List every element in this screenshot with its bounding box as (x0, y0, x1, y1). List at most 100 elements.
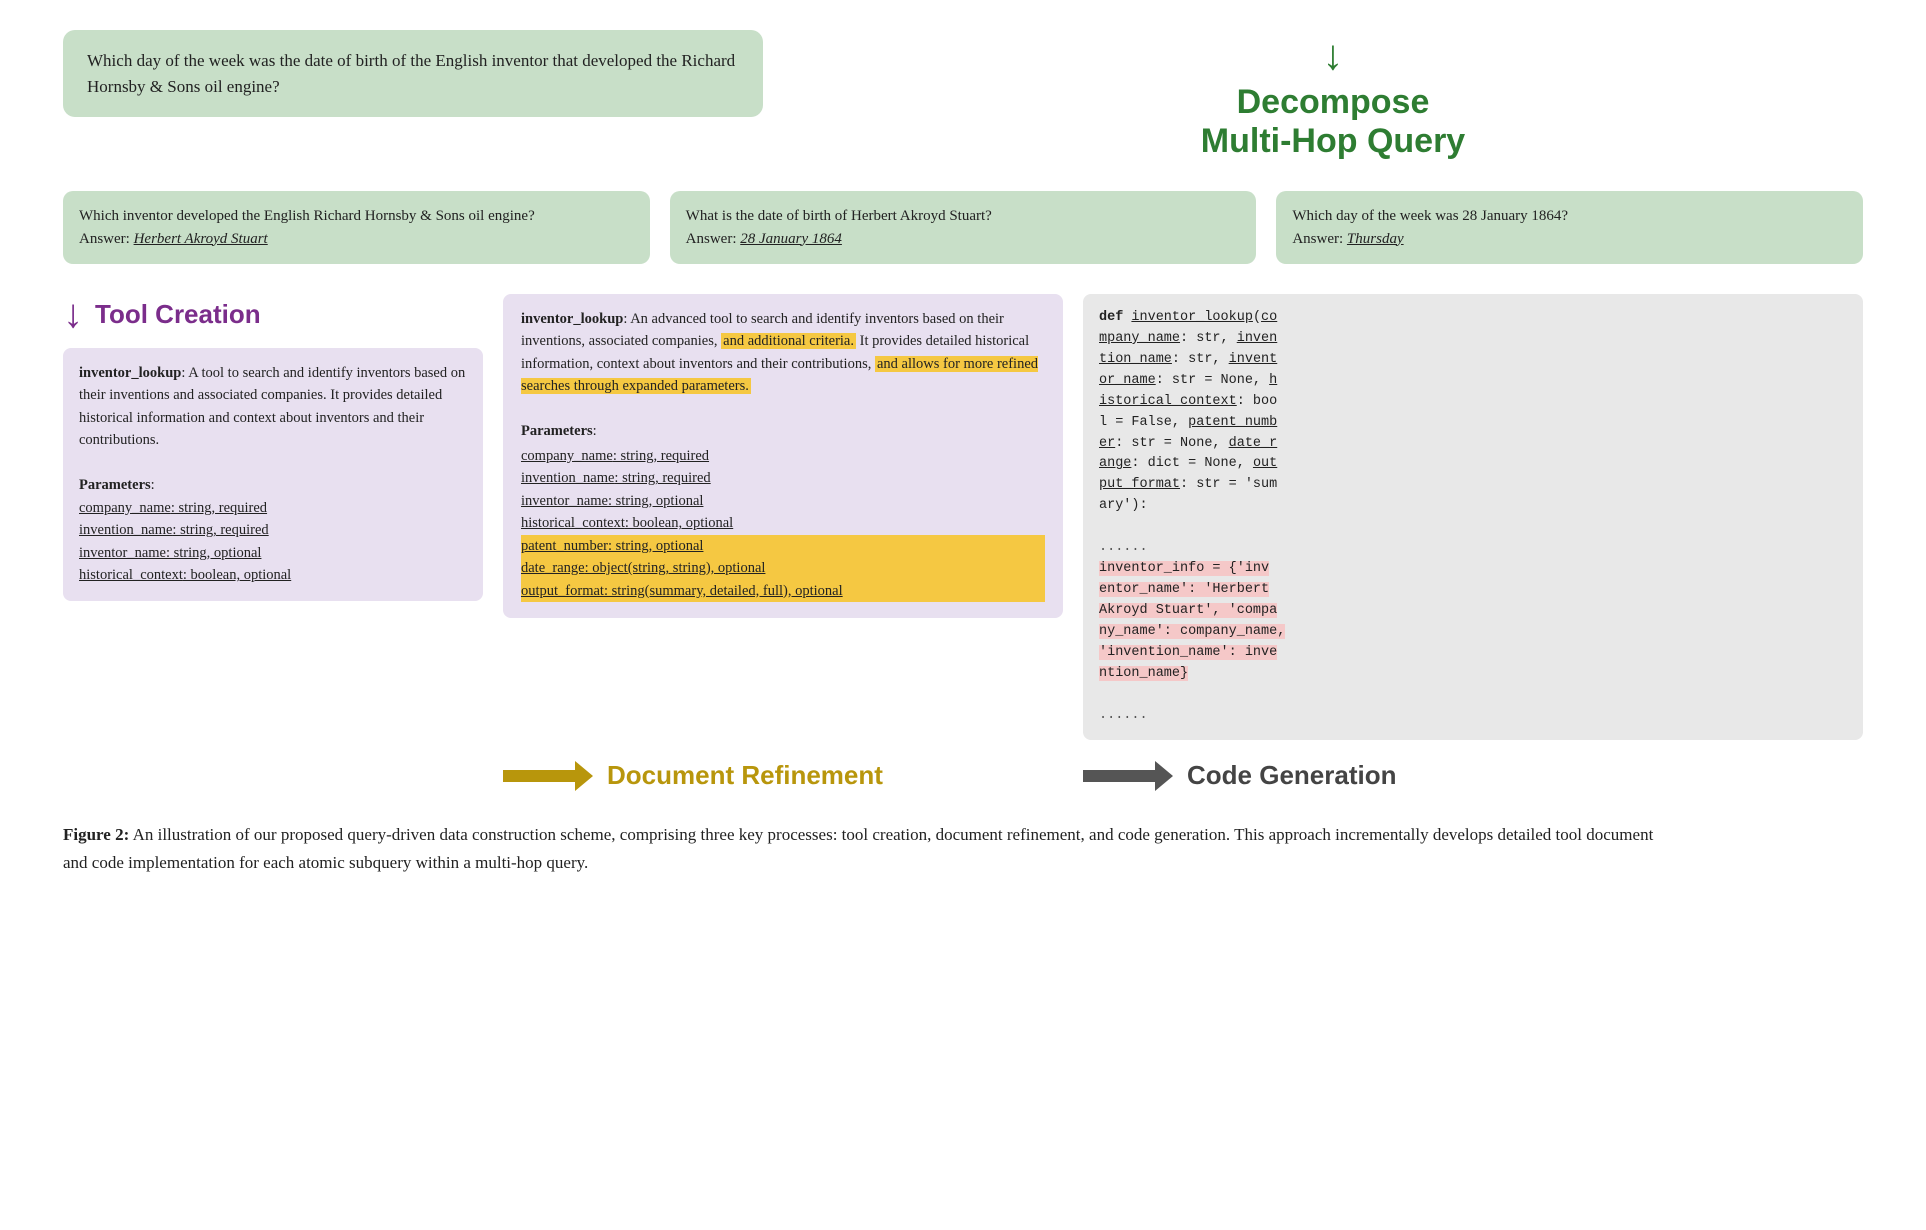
cg-invention: 'invention_name': inve (1099, 645, 1277, 660)
code-gen-arrow-label: Code Generation (1187, 760, 1396, 791)
cg-param-tion: tion_name (1099, 352, 1172, 367)
sub-query-1-question: Which inventor developed the English Ric… (79, 205, 634, 228)
tc-tool-name: inventor_lookup (79, 365, 181, 381)
cg-akroyd: Akroyd Stuart', 'compa (1099, 603, 1277, 618)
tool-creation-col: ↓ Tool Creation inventor_lookup: A tool … (63, 294, 483, 601)
tool-creation-box: inventor_lookup: A tool to search and id… (63, 348, 483, 601)
cg-col2: : str, (1172, 352, 1229, 367)
figure-label: Figure 2: (63, 825, 129, 844)
tc-param-1-name: company_name (79, 500, 171, 516)
cg-ary: ary'): (1099, 498, 1148, 513)
dr-param-6: date_range: object(string, string), opti… (521, 557, 1045, 579)
dr-param-1: company_name: string, required (521, 445, 1045, 467)
cg-param-co: co (1261, 310, 1277, 325)
sub-query-1-answer: Answer: Herbert Akroyd Stuart (79, 228, 634, 251)
cg-dots2: ...... (1099, 708, 1148, 723)
middle-row: ↓ Tool Creation inventor_lookup: A tool … (63, 294, 1863, 740)
sub-query-3-question: Which day of the week was 28 January 186… (1292, 205, 1847, 228)
cg-param-invent: invent (1229, 352, 1278, 367)
cg-param-h: h (1269, 373, 1277, 388)
answer-label-2: Answer: (686, 231, 737, 247)
cg-param-inven: inven (1237, 331, 1278, 346)
tc-param-4-name: historical_context (79, 567, 183, 583)
cg-inventor-info: inventor_info = {'inv (1099, 561, 1269, 576)
main-container: Which day of the week was the date of bi… (63, 30, 1863, 876)
cg-param-or: or_name (1099, 373, 1156, 388)
sub-query-1: Which inventor developed the English Ric… (63, 191, 650, 264)
cg-col1: : str, (1180, 331, 1237, 346)
cg-col5: : str = None, (1115, 436, 1228, 451)
tc-param-4: historical_context: boolean, optional (79, 564, 467, 586)
tool-creation-title: Tool Creation (95, 299, 261, 330)
doc-refinement-arrow-label: Document Refinement (607, 760, 883, 791)
dr-params-label: Parameters (521, 423, 593, 439)
sub-query-3: Which day of the week was 28 January 186… (1276, 191, 1863, 264)
figure-caption-text: An illustration of our proposed query-dr… (63, 825, 1653, 871)
cg-col6: : dict = None, (1131, 456, 1253, 471)
sub-query-2-answer: Answer: 28 January 1864 (686, 228, 1241, 251)
decompose-arrow-icon: ↓ (1323, 35, 1344, 77)
tc-param-1: company_name: string, required (79, 497, 467, 519)
tc-param-3-detail: : string, optional (166, 545, 261, 561)
code-gen-box: def inventor_lookup(co mpany_name: str, … (1083, 294, 1863, 740)
tool-creation-arrow-icon: ↓ (63, 294, 83, 334)
cg-def-kw: def (1099, 310, 1131, 325)
cg-param-mpany: mpany_name (1099, 331, 1180, 346)
tc-param-2: invention_name: string, required (79, 519, 467, 541)
figure-caption: Figure 2: An illustration of our propose… (63, 821, 1663, 875)
dr-param-6-name: date_range (521, 560, 585, 576)
decompose-title-line1: Decompose (1237, 83, 1430, 122)
cg-inventor-name: entor_name': 'Herbert (1099, 582, 1269, 597)
doc-refinement-box: inventor_lookup: An advanced tool to sea… (503, 294, 1063, 618)
dr-param-2: invention_name: string, required (521, 467, 1045, 489)
dr-param-4: historical_context: boolean, optional (521, 512, 1045, 534)
main-query-text: Which day of the week was the date of bi… (87, 51, 735, 96)
top-query-row: Which day of the week was the date of bi… (63, 30, 1863, 161)
cg-bool: l = False, (1099, 415, 1188, 430)
cg-paren-open: ( (1253, 310, 1261, 325)
dr-param-7-name: output_format (521, 583, 604, 599)
cg-param-er: er (1099, 436, 1115, 451)
answer-value-2: 28 January 1864 (740, 231, 842, 247)
doc-refinement-col: inventor_lookup: An advanced tool to sea… (503, 294, 1063, 618)
dr-params-list: company_name: string, required invention… (521, 445, 1045, 602)
code-gen-arrow-section: Code Generation (1083, 760, 1863, 791)
decompose-title-line2: Multi-Hop Query (1201, 122, 1465, 161)
cg-ntion: ntion_name} (1099, 666, 1188, 681)
sub-query-3-answer: Answer: Thursday (1292, 228, 1847, 251)
tc-param-2-name: invention_name (79, 522, 172, 538)
dr-param-3-name: inventor_name (521, 493, 608, 509)
dr-highlight-1: and additional criteria. (721, 333, 856, 349)
sub-query-row: Which inventor developed the English Ric… (63, 191, 1863, 264)
cg-param-out: out (1253, 456, 1277, 471)
cg-col7: : str = 'sum (1180, 477, 1277, 492)
answer-label-3: Answer: (1292, 231, 1343, 247)
code-gen-col: def inventor_lookup(co mpany_name: str, … (1083, 294, 1863, 740)
cg-col4: : boo (1237, 394, 1278, 409)
cg-col3: : str = None, (1156, 373, 1269, 388)
dr-tool-name: inventor_lookup (521, 311, 623, 327)
tc-params-list: company_name: string, required invention… (79, 497, 467, 587)
code-gen-fat-arrow-icon (1083, 761, 1173, 791)
cg-param-put: put_format (1099, 477, 1180, 492)
doc-refinement-arrow-section: Document Refinement (503, 760, 1063, 791)
dr-param-3: inventor_name: string, optional (521, 490, 1045, 512)
cg-param-ange: ange (1099, 456, 1131, 471)
arrows-row: Document Refinement Code Generation (63, 760, 1863, 791)
cg-func-name: inventor_lookup (1131, 310, 1253, 325)
tc-param-3: inventor_name: string, optional (79, 542, 467, 564)
cg-param-date: date_r (1229, 436, 1278, 451)
tc-param-1-detail: : string, required (171, 500, 267, 516)
main-query-box: Which day of the week was the date of bi… (63, 30, 763, 117)
cg-param-patent: patent_numb (1188, 415, 1277, 430)
cg-dots1: ...... (1099, 540, 1148, 555)
dr-param-5-name: patent_number (521, 538, 608, 554)
answer-label-1: Answer: (79, 231, 130, 247)
tc-param-2-detail: : string, required (172, 522, 268, 538)
answer-value-1: Herbert Akroyd Stuart (134, 231, 268, 247)
answer-value-3: Thursday (1347, 231, 1404, 247)
cg-ny: ny_name': company_name, (1099, 624, 1285, 639)
dr-param-2-name: invention_name (521, 470, 614, 486)
dr-param-5: patent_number: string, optional (521, 535, 1045, 557)
tc-params-label: Parameters (79, 477, 151, 493)
